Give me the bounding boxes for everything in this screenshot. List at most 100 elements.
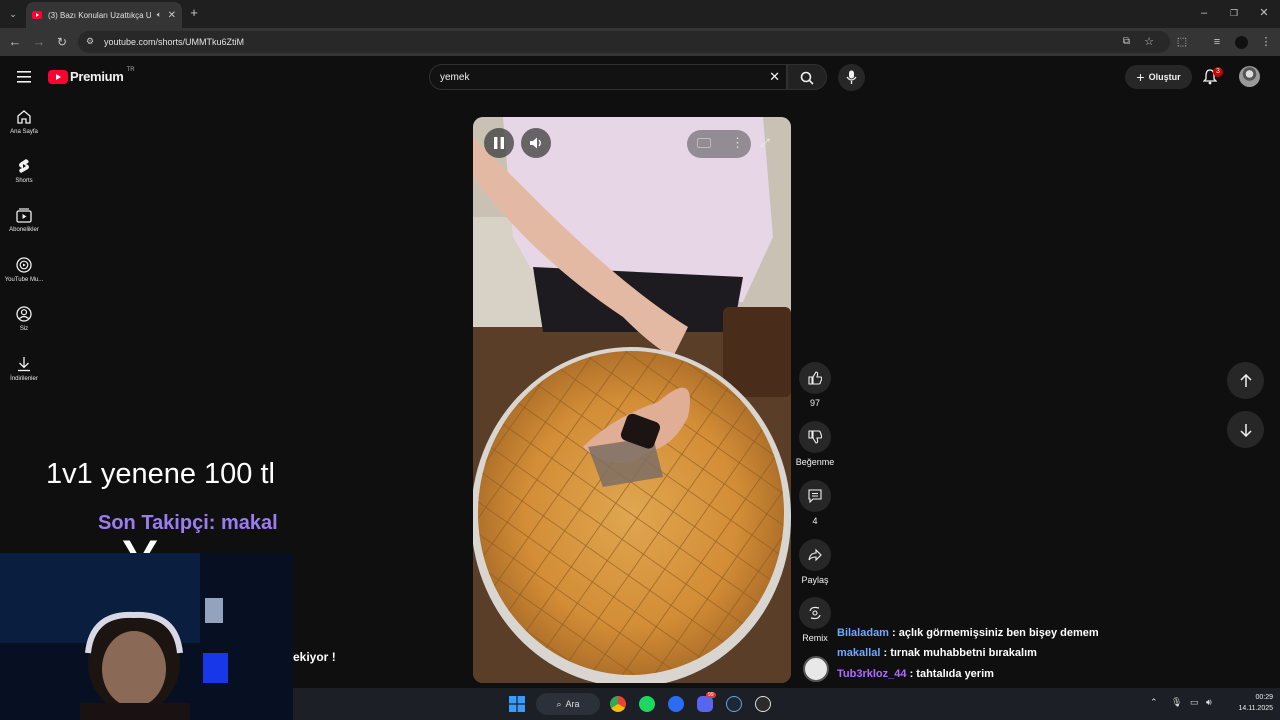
tab-list-chevron-icon[interactable]: ⌄ xyxy=(6,7,20,21)
remix-icon xyxy=(809,606,821,620)
tab-title: (3) Bazı Konuları Uzattıkça Uzat xyxy=(48,10,151,20)
browser-toolbar: ← → ↻ ⚙︎ youtube.com/shorts/UMMTku6ZtiM … xyxy=(0,28,1280,56)
chat-username: Bilaladam xyxy=(837,627,889,639)
plus-icon: + xyxy=(1136,69,1145,85)
clock-time: 00:29 xyxy=(1255,694,1273,701)
home-icon xyxy=(17,110,31,124)
back-icon[interactable]: ← xyxy=(8,35,22,49)
search-input[interactable]: yemek ✕ xyxy=(429,64,787,90)
webcam-image xyxy=(0,553,293,720)
hamburger-menu-icon[interactable] xyxy=(17,71,31,83)
site-info-icon[interactable]: ⚙︎ xyxy=(86,36,94,47)
sidebar-item-label: Shorts xyxy=(15,178,33,184)
channel-avatar[interactable] xyxy=(803,656,829,682)
country-code: TR xyxy=(126,66,135,73)
tab-audio-icon[interactable]: 🔈︎ xyxy=(157,10,162,20)
chat-text: : tahtalıda yerim xyxy=(909,668,994,680)
browser-tab-bar: ⌄ (3) Bazı Konuları Uzattıkça Uzat 🔈︎ ✕ … xyxy=(0,0,1280,28)
discord-badge: 99 xyxy=(706,692,716,698)
url-text: youtube.com/shorts/UMMTku6ZtiM xyxy=(104,37,245,47)
youtube-header: Premium TR yemek ✕ + Oluştur 3 xyxy=(0,56,1280,98)
notification-count-badge: 3 xyxy=(1213,67,1223,77)
fullscreen-icon[interactable]: ⤢ xyxy=(760,136,770,151)
network-tray-icon[interactable]: ▭ xyxy=(1190,697,1199,708)
more-options-icon[interactable]: ⋮ xyxy=(731,135,744,151)
profile-icon[interactable] xyxy=(1235,36,1248,49)
comments-button[interactable]: 4 xyxy=(793,480,837,526)
restore-icon[interactable]: ❐ xyxy=(1227,6,1241,20)
comment-icon xyxy=(808,489,822,503)
video-frame-image xyxy=(473,117,791,683)
sidebar-item-label: YouTube Mu... xyxy=(4,277,44,283)
dislike-button[interactable]: Beğenme xyxy=(793,421,837,467)
user-icon xyxy=(16,306,32,322)
address-bar[interactable]: ⚙︎ youtube.com/shorts/UMMTku6ZtiM ⧉ ☆ xyxy=(78,31,1170,53)
share-icon xyxy=(808,548,822,562)
next-short-button[interactable] xyxy=(1227,411,1264,448)
media-control-icon[interactable]: ≡ xyxy=(1210,35,1224,49)
last-follower-text: Son Takipçi: makal xyxy=(98,512,278,534)
forward-icon[interactable]: → xyxy=(32,35,46,49)
sidebar-item-shorts[interactable]: Shorts xyxy=(0,158,48,184)
chat-message: Bilaladam : açlık görmemişsiniz ben bişe… xyxy=(837,627,1099,639)
discord-taskbar-icon[interactable] xyxy=(697,696,713,712)
sidebar-item-home[interactable]: Ana Sayfa xyxy=(0,109,48,135)
obs-taskbar-icon[interactable] xyxy=(755,696,771,712)
steam-taskbar-icon[interactable] xyxy=(726,696,742,712)
windows-start-icon[interactable] xyxy=(509,696,525,712)
youtube-favicon-icon xyxy=(32,11,42,19)
bookmark-star-icon[interactable]: ☆ xyxy=(1144,35,1154,48)
microphone-tray-icon[interactable]: 🎙︎ xyxy=(1171,697,1182,708)
app-taskbar-icon[interactable] xyxy=(668,696,684,712)
youtube-premium-logo[interactable]: Premium TR xyxy=(48,66,135,84)
sidebar-item-you[interactable]: Siz xyxy=(0,306,48,332)
browser-tab[interactable]: (3) Bazı Konuları Uzattıkça Uzat 🔈︎ ✕ xyxy=(26,2,182,28)
window-close-icon[interactable]: ✕ xyxy=(1257,6,1271,20)
spotify-taskbar-icon[interactable] xyxy=(639,696,655,712)
youtube-music-icon xyxy=(16,257,32,273)
chat-username: Tub3rkloz_44 xyxy=(837,668,907,680)
volume-button[interactable] xyxy=(521,128,551,158)
create-button[interactable]: + Oluştur xyxy=(1125,65,1192,89)
speaker-tray-icon[interactable]: 🔊︎ xyxy=(1206,697,1212,708)
comment-count: 4 xyxy=(812,516,818,526)
microphone-icon xyxy=(846,70,857,84)
sidebar-item-youtube-music[interactable]: YouTube Mu... xyxy=(0,257,48,283)
tab-close-icon[interactable]: ✕ xyxy=(168,10,176,21)
minimize-icon[interactable]: – xyxy=(1197,6,1211,20)
captions-icon[interactable] xyxy=(697,138,711,148)
voice-search-button[interactable] xyxy=(838,64,865,91)
youtube-play-logo-icon xyxy=(48,69,68,84)
chat-username: makallal xyxy=(837,647,881,659)
arrow-up-icon xyxy=(1239,373,1252,387)
remix-label: Remix xyxy=(802,633,828,643)
extensions-icon[interactable]: ⬚ xyxy=(1175,35,1189,49)
clear-search-icon[interactable]: ✕ xyxy=(769,69,780,85)
shorts-video-player[interactable]: ⋮ ⤢ xyxy=(473,117,791,683)
account-avatar[interactable] xyxy=(1239,66,1260,87)
sidebar-item-subscriptions[interactable]: Abonelikler xyxy=(0,207,48,233)
dislike-label: Beğenme xyxy=(795,457,835,467)
create-label: Oluştur xyxy=(1148,72,1181,82)
like-button[interactable]: 97 xyxy=(793,362,837,408)
previous-short-button[interactable] xyxy=(1227,362,1264,399)
taskbar-search-button[interactable]: ⌕ Ara xyxy=(536,693,600,715)
sidebar-item-downloads[interactable]: İndirilenler xyxy=(0,356,48,382)
taskbar-clock[interactable]: 00:29 14.11.2025 xyxy=(1221,692,1273,714)
chat-text: : açlık görmemişsiniz ben bişey demem xyxy=(892,627,1099,639)
reload-icon[interactable]: ↻ xyxy=(55,35,69,49)
volume-icon xyxy=(530,137,541,149)
new-tab-icon[interactable]: + xyxy=(187,6,201,20)
system-tray-chevron-icon[interactable]: ⌃ xyxy=(1150,697,1158,708)
taskbar-search-label: Ara xyxy=(565,699,580,709)
remix-button[interactable]: Remix xyxy=(793,597,837,643)
windows-taskbar: ⌕ Ara 99 ⌃ 🎙︎ ▭ 🔊︎ 00:29 14.11.2025 xyxy=(293,688,1280,720)
browser-menu-icon[interactable]: ⋮ xyxy=(1259,35,1273,49)
install-app-icon[interactable]: ⧉ xyxy=(1123,36,1130,47)
pause-button[interactable] xyxy=(484,128,514,158)
share-button[interactable]: Paylaş xyxy=(793,539,837,585)
search-button[interactable] xyxy=(787,64,827,90)
download-icon xyxy=(18,357,30,372)
search-value: yemek xyxy=(440,71,470,83)
chrome-taskbar-icon[interactable] xyxy=(610,696,626,712)
